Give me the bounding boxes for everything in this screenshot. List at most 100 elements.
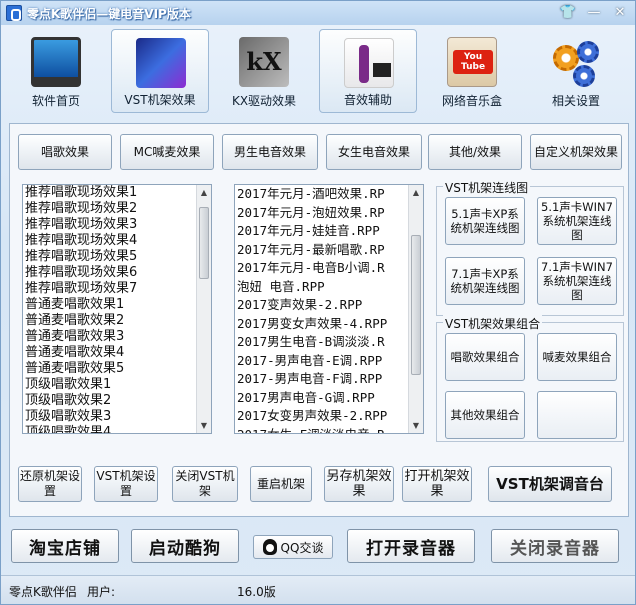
close-recorder-button[interactable]: 关闭录音器 xyxy=(491,529,619,563)
tab-other-effect[interactable]: 其他/效果 xyxy=(428,134,522,170)
tool-label: VST机架效果 xyxy=(124,93,196,107)
list-item[interactable]: 2017年元月-酒吧效果.RP xyxy=(235,185,423,204)
list-item[interactable]: 2017年元月-娃娃音.RPP xyxy=(235,222,423,241)
tab-singing-effect[interactable]: 唱歌效果 xyxy=(18,134,112,170)
vst-mixer-button[interactable]: VST机架调音台 xyxy=(488,466,612,502)
list-item[interactable]: 2017女生-F调淡淡电音.R xyxy=(235,426,423,434)
scroll-thumb[interactable] xyxy=(199,207,209,279)
list-item[interactable]: 普通麦唱歌效果1 xyxy=(23,297,211,313)
qq-penguin-icon xyxy=(262,539,277,555)
list-item[interactable]: 2017年元月-电音B小调.R xyxy=(235,259,423,278)
list-item[interactable]: 顶级唱歌效果3 xyxy=(23,409,211,425)
wiring-51-xp-button[interactable]: 5.1声卡XP系统机架连线图 xyxy=(445,197,525,245)
title-bar[interactable]: 零点K歌伴侣—键电音VIP版本 👕 — ✕ xyxy=(1,1,635,25)
list-item[interactable]: 推荐唱歌现场效果2 xyxy=(23,201,211,217)
group-title: VST机架效果组合 xyxy=(443,315,543,332)
group-title: VST机架连线图 xyxy=(443,179,531,196)
microphone-icon xyxy=(344,38,394,88)
list-item[interactable]: 推荐唱歌现场效果6 xyxy=(23,265,211,281)
list-item[interactable]: 2017女变男声效果-2.RPP xyxy=(235,407,423,426)
list-item[interactable]: 2017变声效果-2.RPP xyxy=(235,296,423,315)
tool-label: 相关设置 xyxy=(551,94,600,108)
wiring-51-win7-button[interactable]: 5.1声卡WIN7系统机架连线图 xyxy=(537,197,617,245)
preset-list-scrollbar[interactable]: ▲ ▼ xyxy=(196,185,211,433)
restart-rack-button[interactable]: 重启机架 xyxy=(250,466,312,502)
scroll-up-icon[interactable]: ▲ xyxy=(409,185,423,200)
rpp-file-list[interactable]: 2017年元月-酒吧效果.RP 2017年元月-泡妞效果.RP 2017年元月-娃娃… xyxy=(234,184,424,434)
list-item[interactable]: 2017-男声电音-E调.RPP xyxy=(235,352,423,371)
wiring-71-win7-button[interactable]: 7.1声卡WIN7系统机架连线图 xyxy=(537,257,617,305)
list-item[interactable]: 推荐唱歌现场效果3 xyxy=(23,217,211,233)
list-item[interactable]: 顶级唱歌效果4 xyxy=(23,425,211,433)
qq-chat-button[interactable]: QQ交谈 xyxy=(253,535,333,559)
list-item[interactable]: 推荐唱歌现场效果4 xyxy=(23,233,211,249)
gears-icon xyxy=(551,37,601,87)
monitor-icon xyxy=(31,37,81,87)
empty-combo-button[interactable] xyxy=(537,391,617,439)
effects-panel: 唱歌效果 MC喊麦效果 男生电音效果 女生电音效果 其他/效果 自定义机架效果 … xyxy=(9,123,629,517)
list-item[interactable]: 推荐唱歌现场效果5 xyxy=(23,249,211,265)
qq-chat-label: QQ交谈 xyxy=(280,540,324,555)
minimize-icon[interactable]: — xyxy=(585,4,603,22)
launch-kugou-button[interactable]: 启动酷狗 xyxy=(131,529,239,563)
list-item[interactable]: 普通麦唱歌效果2 xyxy=(23,313,211,329)
kx-driver-icon: kX xyxy=(239,37,289,87)
list-item[interactable]: 普通麦唱歌效果4 xyxy=(23,345,211,361)
close-icon[interactable]: ✕ xyxy=(611,4,629,22)
mc-combo-button[interactable]: 喊麦效果组合 xyxy=(537,333,617,381)
tool-sound-assist[interactable]: 音效辅助 xyxy=(319,29,417,113)
singing-combo-button[interactable]: 唱歌效果组合 xyxy=(445,333,525,381)
list-item[interactable]: 泡妞 电音.RPP xyxy=(235,278,423,297)
status-bar: 零点K歌伴侣 用户: 16.0版 xyxy=(1,575,635,604)
status-user-label: 用户: xyxy=(87,585,116,599)
youtube-icon xyxy=(447,37,497,87)
app-window: 零点K歌伴侣—键电音VIP版本 👕 — ✕ 软件首页 VST机架效果 kX KX… xyxy=(0,0,636,605)
other-combo-button[interactable]: 其他效果组合 xyxy=(445,391,525,439)
tool-kx-driver[interactable]: kX KX驱动效果 xyxy=(215,29,313,113)
tool-label: 音效辅助 xyxy=(343,93,392,107)
scroll-thumb[interactable] xyxy=(411,235,421,375)
wiring-71-xp-button[interactable]: 7.1声卡XP系统机架连线图 xyxy=(445,257,525,305)
skin-shirt-icon[interactable]: 👕 xyxy=(559,4,577,22)
scroll-down-icon[interactable]: ▼ xyxy=(409,418,423,433)
vst-combo-group: VST机架效果组合 唱歌效果组合 喊麦效果组合 其他效果组合 xyxy=(436,315,624,442)
close-vst-rack-button[interactable]: 关闭VST机架 xyxy=(172,466,238,502)
list-item[interactable]: 推荐唱歌现场效果7 xyxy=(23,281,211,297)
vst-rack-icon xyxy=(136,38,186,88)
list-item[interactable]: 2017男声电音-G调.RPP xyxy=(235,389,423,408)
list-item[interactable]: 普通麦唱歌效果3 xyxy=(23,329,211,345)
tab-male-autotune[interactable]: 男生电音效果 xyxy=(222,134,318,170)
tool-home[interactable]: 软件首页 xyxy=(7,29,105,113)
list-item[interactable]: 2017年元月-泡妞效果.RP xyxy=(235,204,423,223)
list-item[interactable]: 推荐唱歌现场效果1 xyxy=(23,185,211,201)
tab-mc-effect[interactable]: MC喊麦效果 xyxy=(120,134,214,170)
list-item[interactable]: 顶级唱歌效果1 xyxy=(23,377,211,393)
restore-rack-button[interactable]: 还原机架设置 xyxy=(18,466,82,502)
app-logo-icon xyxy=(6,5,22,21)
window-title: 零点K歌伴侣—键电音VIP版本 xyxy=(27,7,191,21)
preset-list[interactable]: 推荐唱歌现场效果1 推荐唱歌现场效果2 推荐唱歌现场效果3 推荐唱歌现场效果4 推荐唱歌… xyxy=(22,184,212,434)
list-item[interactable]: 普通麦唱歌效果5 xyxy=(23,361,211,377)
rpp-list-scrollbar[interactable]: ▲ ▼ xyxy=(408,185,423,433)
vst-wiring-group: VST机架连线图 5.1声卡XP系统机架连线图 5.1声卡WIN7系统机架连线图… xyxy=(436,179,624,316)
list-item[interactable]: 2017男生电音-B调淡淡.R xyxy=(235,333,423,352)
save-as-rack-button[interactable]: 另存机架效果 xyxy=(324,466,394,502)
list-item[interactable]: 2017年元月-最新唱歌.RP xyxy=(235,241,423,260)
tool-label: 网络音乐盒 xyxy=(441,94,502,108)
open-recorder-button[interactable]: 打开录音器 xyxy=(347,529,475,563)
taobao-store-button[interactable]: 淘宝店铺 xyxy=(11,529,119,563)
open-rack-button[interactable]: 打开机架效果 xyxy=(402,466,472,502)
list-item[interactable]: 顶级唱歌效果2 xyxy=(23,393,211,409)
vst-rack-settings-button[interactable]: VST机架设置 xyxy=(94,466,158,502)
tool-vst-rack[interactable]: VST机架效果 xyxy=(111,29,209,113)
tab-female-autotune[interactable]: 女生电音效果 xyxy=(326,134,422,170)
main-toolbar: 软件首页 VST机架效果 kX KX驱动效果 音效辅助 网络音乐盒 相关设置 xyxy=(1,27,635,115)
list-item[interactable]: 2017-男声电音-F调.RPP xyxy=(235,370,423,389)
tool-settings[interactable]: 相关设置 xyxy=(527,29,625,113)
scroll-down-icon[interactable]: ▼ xyxy=(197,418,211,433)
list-item[interactable]: 2017男变女声效果-4.RPP xyxy=(235,315,423,334)
tab-custom-rack[interactable]: 自定义机架效果 xyxy=(530,134,622,170)
tool-label: KX驱动效果 xyxy=(231,94,297,108)
scroll-up-icon[interactable]: ▲ xyxy=(197,185,211,200)
tool-music-box[interactable]: 网络音乐盒 xyxy=(423,29,521,113)
